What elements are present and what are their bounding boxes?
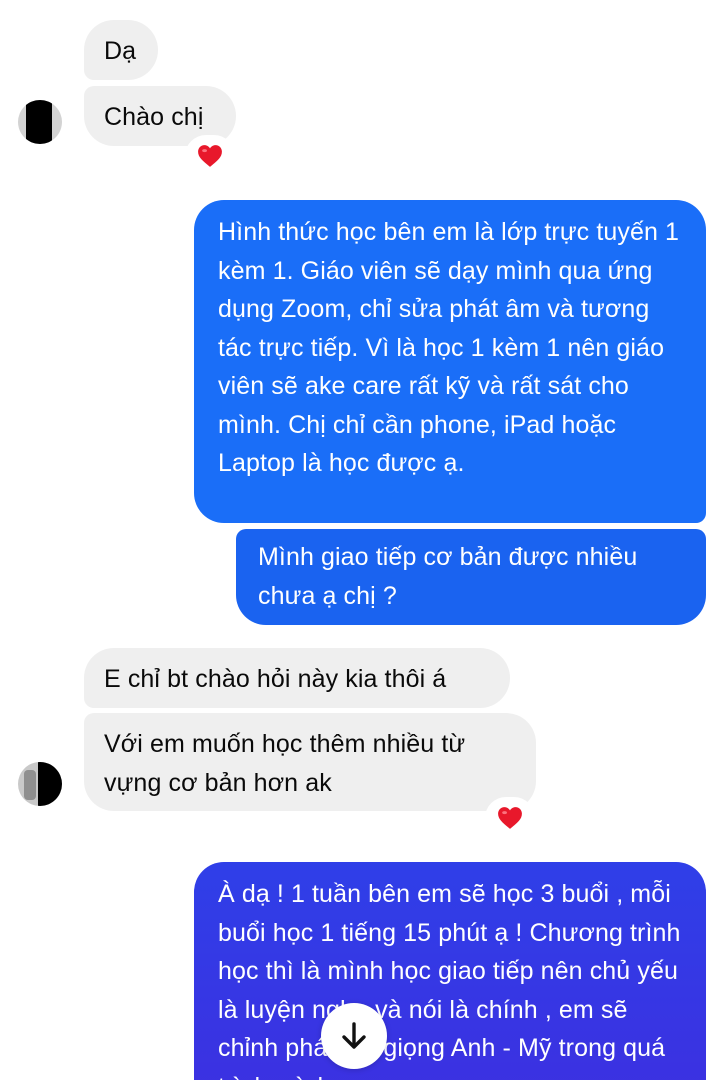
message-text: Dạ	[104, 37, 137, 65]
message-text: Mình giao tiếp cơ bản được nhiều chưa ạ …	[258, 543, 638, 610]
arrow-down-icon	[342, 1022, 366, 1049]
message-text: E chỉ bt chào hỏi này kia thôi á	[104, 665, 447, 693]
avatar[interactable]	[18, 100, 62, 144]
reaction-badge[interactable]	[188, 138, 232, 174]
message-bubble-outgoing[interactable]: Mình giao tiếp cơ bản được nhiều chưa ạ …	[236, 529, 706, 625]
message-text: Với em muốn học thêm nhiều từ vựng cơ bả…	[104, 730, 466, 797]
message-bubble-incoming[interactable]: E chỉ bt chào hỏi này kia thôi á	[84, 648, 510, 708]
avatar[interactable]	[18, 762, 62, 806]
heart-icon	[198, 145, 222, 167]
message-text: Hình thức học bên em là lớp trực tuyến 1…	[218, 218, 680, 477]
redaction-block	[38, 762, 62, 806]
scroll-to-bottom-button[interactable]	[321, 1003, 387, 1069]
message-bubble-incoming[interactable]: Với em muốn học thêm nhiều từ vựng cơ bả…	[84, 713, 536, 811]
message-bubble-outgoing[interactable]: À dạ ! 1 tuần bên em sẽ học 3 buổi , mỗi…	[194, 862, 706, 1080]
message-bubble-outgoing[interactable]: Hình thức học bên em là lớp trực tuyến 1…	[194, 200, 706, 523]
message-text: Chào chị	[104, 103, 204, 131]
avatar-photo-fragment	[24, 770, 36, 800]
heart-icon	[498, 807, 522, 829]
message-text: À dạ ! 1 tuần bên em sẽ học 3 buổi , mỗi…	[218, 880, 681, 1080]
message-bubble-incoming[interactable]: Dạ	[84, 20, 158, 80]
chat-thread: Dạ Chào chị Hình thức học bên em là lớp …	[0, 0, 720, 1080]
reaction-badge[interactable]	[488, 800, 532, 836]
message-bubble-incoming[interactable]: Chào chị	[84, 86, 236, 146]
redaction-block	[26, 100, 52, 144]
